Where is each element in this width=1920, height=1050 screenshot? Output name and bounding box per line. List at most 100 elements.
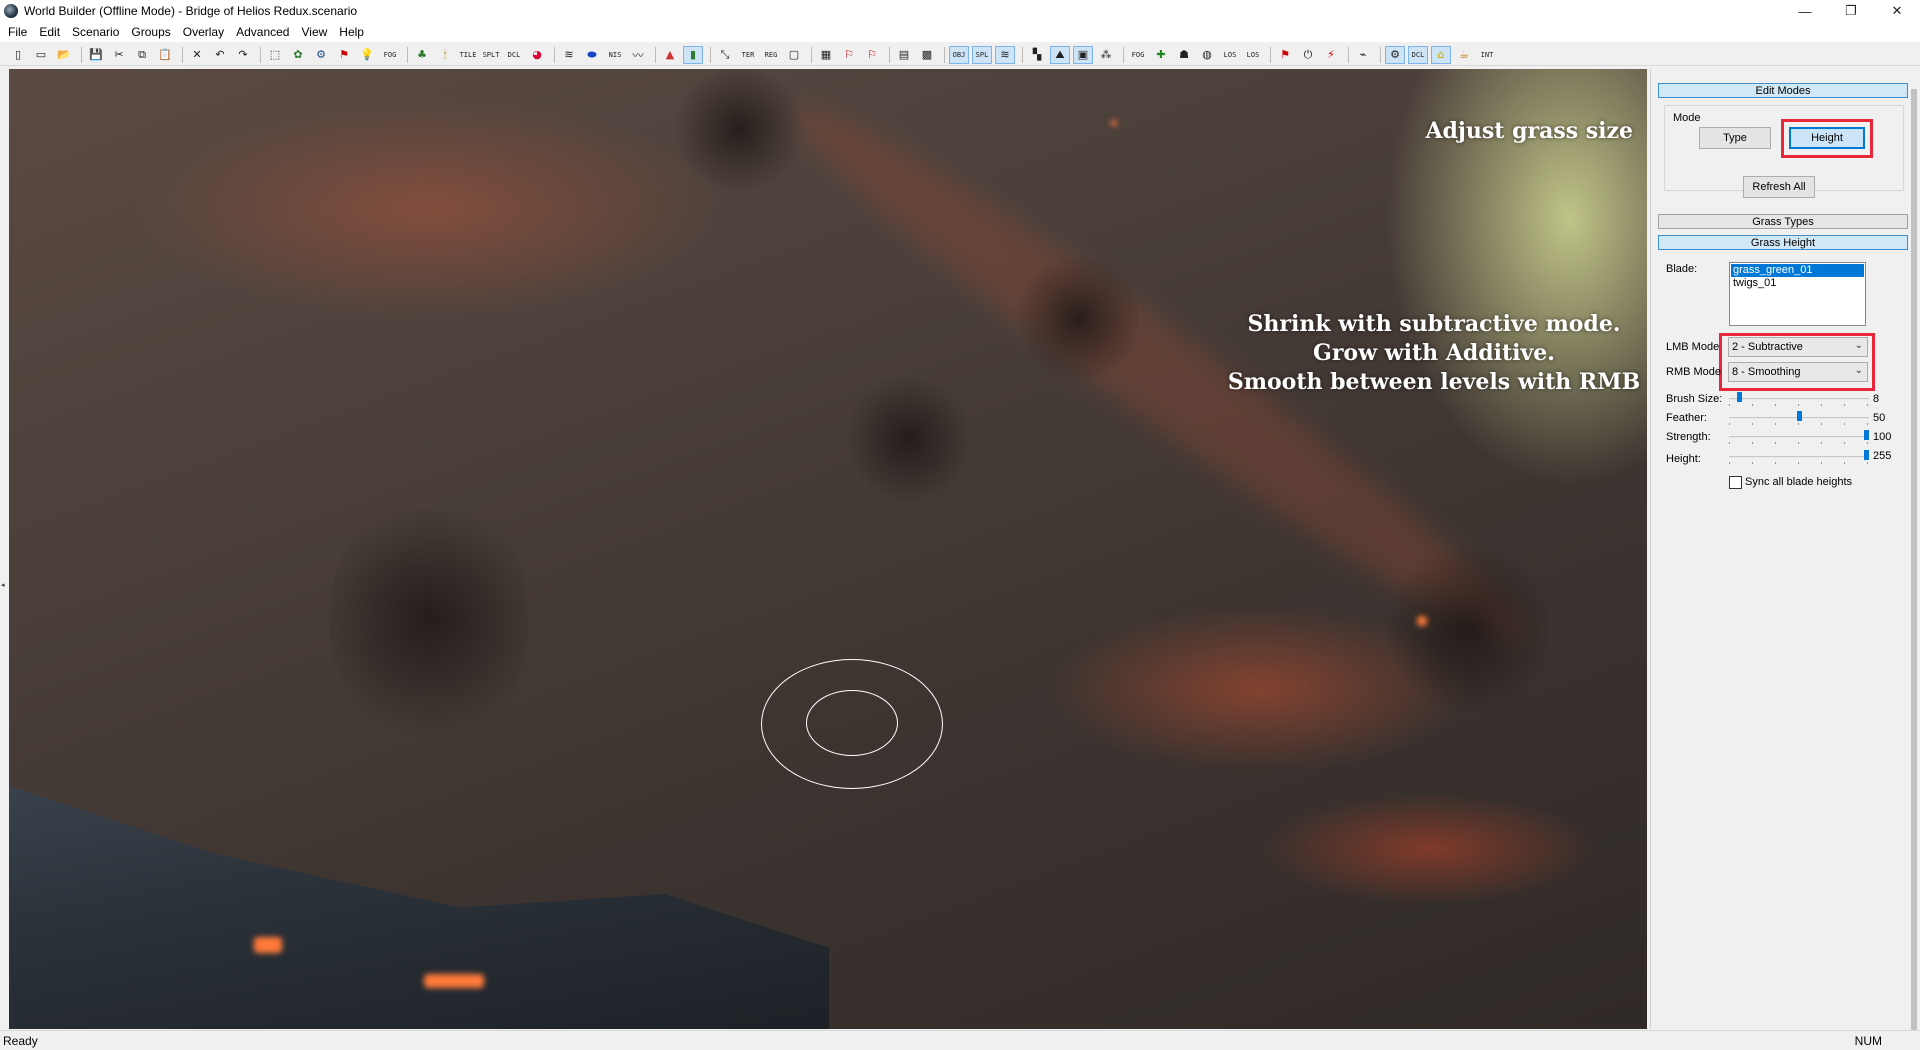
- fire-icon[interactable]: ▲: [660, 46, 680, 64]
- open-folder-icon[interactable]: 📂: [54, 46, 74, 64]
- grid-icon[interactable]: ▦: [816, 46, 836, 64]
- memory-icon[interactable]: ▤: [894, 46, 914, 64]
- los-button[interactable]: LOS: [1220, 46, 1240, 64]
- region-button[interactable]: REG: [761, 46, 781, 64]
- light-bulb-icon[interactable]: 💡: [357, 46, 377, 64]
- rmb-mode-select[interactable]: 8 - Smoothing ⌄: [1728, 362, 1868, 382]
- checkpoint-flag-icon[interactable]: ⚑: [1275, 46, 1295, 64]
- paste-icon[interactable]: 📋: [155, 46, 175, 64]
- pattern-icon[interactable]: ▚: [1027, 46, 1047, 64]
- mountain-icon[interactable]: ⛰: [1050, 45, 1070, 64]
- fog-toggle-button[interactable]: FOG: [1128, 46, 1148, 64]
- los-alt-button[interactable]: LOS: [1243, 46, 1263, 64]
- tree-icon[interactable]: ✿: [288, 46, 308, 64]
- torch-icon[interactable]: 🕯: [435, 46, 455, 64]
- grass-types-header[interactable]: Grass Types: [1658, 214, 1908, 229]
- left-splitter[interactable]: ◂: [0, 69, 9, 1029]
- app-icon: [4, 4, 18, 18]
- units-icon[interactable]: ☗: [1174, 46, 1194, 64]
- sync-blade-heights-label: Sync all blade heights: [1745, 476, 1853, 488]
- road-toggle-icon[interactable]: ≋: [995, 45, 1015, 64]
- height-button[interactable]: Height: [1789, 127, 1865, 149]
- refresh-all-button[interactable]: Refresh All: [1743, 176, 1815, 198]
- decal-toggle-button[interactable]: DCL: [1408, 45, 1428, 64]
- globe-icon[interactable]: ◍: [1197, 46, 1217, 64]
- color-wheel-icon[interactable]: ◕: [527, 46, 547, 64]
- cup-icon[interactable]: ☕: [1454, 46, 1474, 64]
- edit-modes-header[interactable]: Edit Modes: [1658, 83, 1908, 98]
- fog-button[interactable]: FOG: [380, 46, 400, 64]
- brush-size-slider[interactable]: [1729, 392, 1869, 406]
- wind-icon[interactable]: 〰: [628, 46, 648, 64]
- panel-scrollbar[interactable]: [1908, 69, 1920, 1049]
- new-file-icon[interactable]: ▯: [8, 46, 28, 64]
- camera-icon[interactable]: ⌁: [1353, 46, 1373, 64]
- slider-thumb[interactable]: [1864, 430, 1869, 440]
- scatter-icon[interactable]: ⁂: [1096, 46, 1116, 64]
- restore-button[interactable]: ❐: [1828, 0, 1874, 22]
- menu-groups[interactable]: Groups: [125, 25, 176, 39]
- cut-icon[interactable]: ✂: [109, 46, 129, 64]
- sync-blade-heights-checkbox[interactable]: [1729, 476, 1742, 489]
- menu-edit[interactable]: Edit: [33, 25, 66, 39]
- menu-scenario[interactable]: Scenario: [66, 25, 125, 39]
- splines-button[interactable]: SPL: [972, 45, 992, 64]
- copy-icon[interactable]: ⧉: [132, 46, 152, 64]
- power-icon[interactable]: ⏻: [1298, 46, 1318, 64]
- 3d-viewport[interactable]: Adjust grass size Shrink with subtractiv…: [9, 69, 1647, 1029]
- tile-button[interactable]: TILE: [458, 46, 478, 64]
- save-icon[interactable]: 💾: [86, 46, 106, 64]
- strength-slider[interactable]: [1729, 430, 1869, 444]
- delete-icon[interactable]: ✕: [187, 46, 207, 64]
- toolbar-separator: [1123, 46, 1124, 63]
- minimize-button[interactable]: —: [1782, 0, 1828, 22]
- height-slider[interactable]: [1729, 450, 1869, 464]
- terrain-button[interactable]: TER: [738, 46, 758, 64]
- type-button[interactable]: Type: [1699, 127, 1771, 149]
- lmb-mode-select[interactable]: 2 - Subtractive ⌄: [1728, 337, 1868, 357]
- objects-button[interactable]: OBJ: [949, 45, 969, 64]
- foliage-icon[interactable]: ♣: [412, 46, 432, 64]
- collapse-arrow-icon[interactable]: ◂: [1, 581, 5, 589]
- frame-icon[interactable]: ▢: [784, 46, 804, 64]
- list-item[interactable]: grass_green_01: [1730, 263, 1865, 278]
- map-grid-icon[interactable]: ▩: [917, 46, 937, 64]
- menu-view[interactable]: View: [295, 25, 333, 39]
- select-region-icon[interactable]: ⬚: [265, 46, 285, 64]
- interior-button[interactable]: INT: [1477, 46, 1497, 64]
- menu-overlay[interactable]: Overlay: [177, 25, 230, 39]
- blade-listbox[interactable]: grass_green_01 twigs_01: [1729, 262, 1866, 326]
- list-item[interactable]: twigs_01: [1731, 277, 1864, 290]
- image-icon[interactable]: ▣: [1073, 45, 1093, 64]
- scrollbar-thumb[interactable]: [1911, 89, 1917, 1049]
- marker-icon[interactable]: ⚐: [839, 46, 859, 64]
- lmb-mode-value: 2 - Subtractive: [1732, 341, 1803, 353]
- new-document-icon[interactable]: ▭: [31, 46, 51, 64]
- water-icon[interactable]: ⬬: [582, 46, 602, 64]
- decal-button[interactable]: DCL: [504, 46, 524, 64]
- slider-thumb[interactable]: [1864, 450, 1869, 460]
- settings-gear-icon[interactable]: ⚙: [311, 46, 331, 64]
- feather-slider[interactable]: [1729, 411, 1869, 425]
- marker-alt-icon[interactable]: ⚐: [862, 46, 882, 64]
- menu-help[interactable]: Help: [333, 25, 370, 39]
- lamp-icon[interactable]: ⌂: [1431, 45, 1451, 64]
- nis-button[interactable]: NIS: [605, 46, 625, 64]
- trigger-icon[interactable]: ⚡: [1321, 46, 1341, 64]
- dead-tree: [1019, 249, 1139, 389]
- undo-icon[interactable]: ↶: [210, 46, 230, 64]
- grass-height-header[interactable]: Grass Height: [1658, 235, 1908, 250]
- close-button[interactable]: ✕: [1874, 0, 1920, 22]
- splat-button[interactable]: SPLT: [481, 46, 501, 64]
- redo-icon[interactable]: ↷: [233, 46, 253, 64]
- slider-thumb[interactable]: [1737, 392, 1743, 402]
- road-icon[interactable]: ≋: [559, 46, 579, 64]
- slider-thumb[interactable]: [1796, 411, 1802, 421]
- capture-point-icon[interactable]: ✚: [1151, 46, 1171, 64]
- path-icon[interactable]: ⤡: [715, 46, 735, 64]
- menu-file[interactable]: File: [2, 25, 33, 39]
- flag-icon[interactable]: ⚑: [334, 46, 354, 64]
- bar-graph-icon[interactable]: ▮: [683, 45, 703, 64]
- gear-toggle-icon[interactable]: ⚙: [1385, 45, 1405, 64]
- menu-advanced[interactable]: Advanced: [230, 25, 295, 39]
